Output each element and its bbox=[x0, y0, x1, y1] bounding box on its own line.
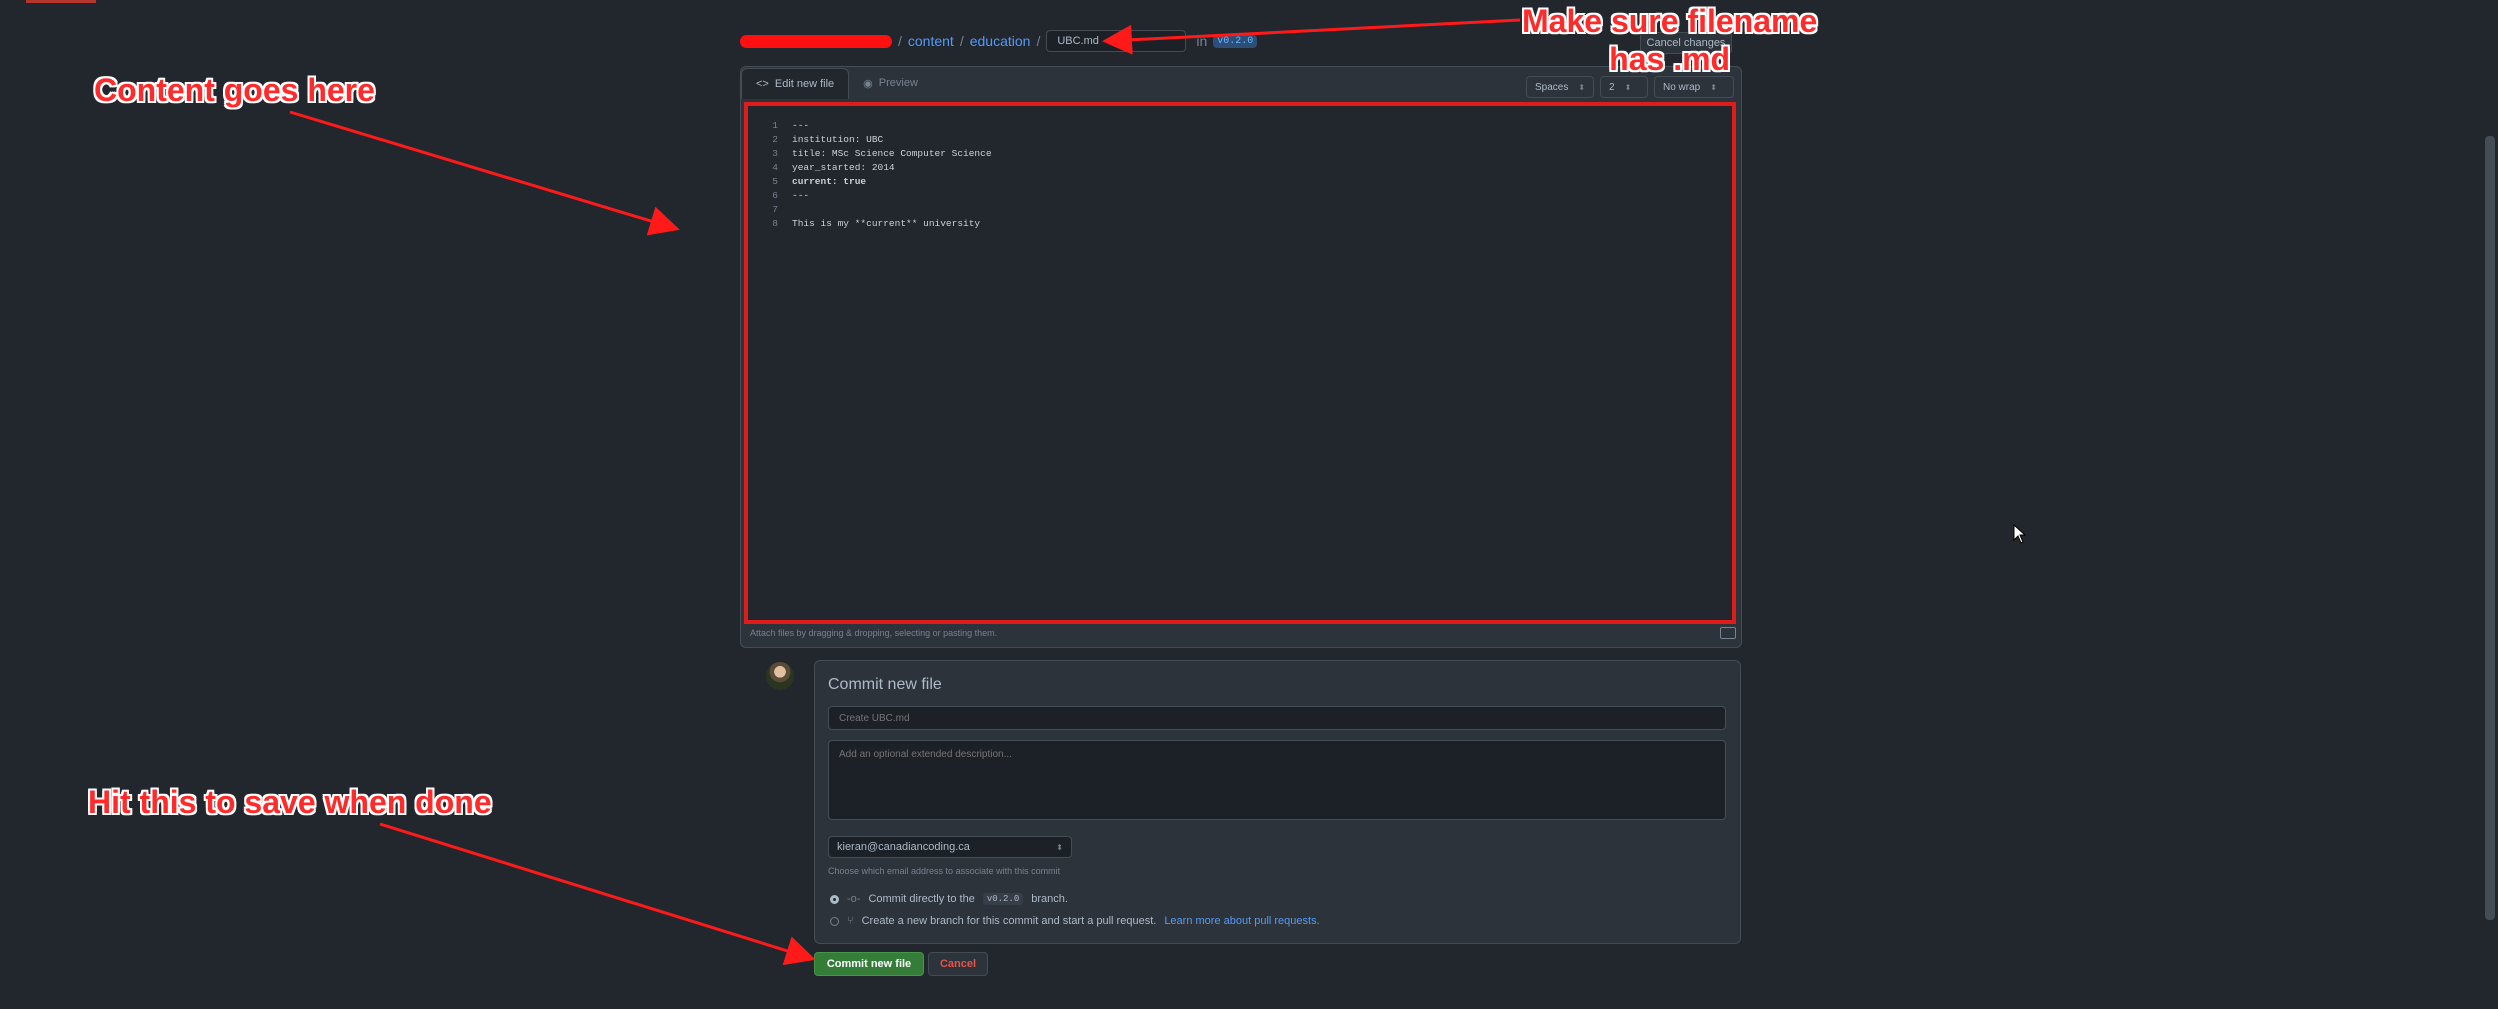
eye-icon: ◉ bbox=[863, 77, 873, 90]
branch-badge: v0.2.0 bbox=[1213, 34, 1258, 48]
option1-suffix: branch. bbox=[1031, 893, 1068, 905]
radio-selected-icon[interactable] bbox=[830, 894, 839, 904]
select-caret-icon: ⬍ bbox=[1578, 82, 1586, 92]
wrap-mode-value: No wrap bbox=[1663, 81, 1701, 93]
path-separator: / bbox=[1036, 33, 1041, 49]
annotation-save: Hit this to save when done bbox=[88, 784, 492, 820]
select-caret-icon: ⬍ bbox=[1710, 82, 1717, 92]
line-content: --- bbox=[792, 119, 810, 131]
cancel-button[interactable]: Cancel bbox=[928, 952, 988, 976]
line-content: --- bbox=[792, 189, 810, 201]
line-number: 4 bbox=[772, 161, 778, 173]
annotation-filename-line2: has .md bbox=[1609, 41, 1731, 77]
pull-request-icon: ⑂ bbox=[847, 915, 854, 927]
code-editor[interactable]: 1 --- 2 institution: UBC 3 title: MSc Scien… bbox=[744, 102, 1736, 624]
arrow-to-editor bbox=[289, 110, 680, 236]
commit-new-file-button[interactable]: Commit new file bbox=[814, 952, 924, 976]
line-number: 7 bbox=[772, 203, 778, 215]
commit-email-value: kieran@canadiancoding.ca bbox=[837, 841, 970, 853]
line-number: 3 bbox=[772, 147, 778, 159]
line-content: This is my **current** university bbox=[792, 217, 981, 229]
line-number: 5 bbox=[772, 175, 778, 187]
indent-size-value: 2 bbox=[1609, 81, 1615, 93]
learn-more-link[interactable]: Learn more about pull requests. bbox=[1164, 915, 1319, 927]
code-line: 6 --- bbox=[748, 188, 1732, 202]
commit-email-select[interactable]: kieran@canadiancoding.ca ⬍ bbox=[828, 836, 1072, 858]
wrap-mode-select[interactable]: No wrap ⬍ bbox=[1654, 76, 1734, 98]
line-number: 1 bbox=[772, 119, 778, 131]
code-line: 7 bbox=[748, 202, 1732, 216]
tab-edit-label: Edit new file bbox=[774, 78, 835, 90]
option1-prefix: Commit directly to the bbox=[868, 893, 975, 905]
line-content: year_started: 2014 bbox=[792, 161, 895, 173]
attach-files-hint[interactable]: Attach files by dragging & dropping, sel… bbox=[750, 628, 997, 638]
breadcrumb-education[interactable]: education bbox=[970, 33, 1031, 49]
email-help-text: Choose which email address to associate … bbox=[828, 866, 1061, 876]
path-separator: / bbox=[898, 33, 902, 49]
editor-tabs: <> Edit new file ◉ Preview bbox=[740, 68, 932, 99]
radio-unselected-icon[interactable] bbox=[830, 916, 839, 926]
in-label: in bbox=[1196, 33, 1208, 49]
code-line: 4 year_started: 2014 bbox=[748, 160, 1732, 174]
avatar bbox=[766, 662, 794, 690]
code-line: 1 --- bbox=[748, 118, 1732, 132]
commit-title: Commit new file bbox=[828, 676, 942, 693]
option1-branch: v0.2.0 bbox=[982, 893, 1024, 905]
code-line: 5 current: true bbox=[748, 174, 1732, 188]
code-icon: <> bbox=[756, 78, 769, 90]
redacted-owner-repo bbox=[740, 34, 892, 48]
breadcrumb-content[interactable]: content bbox=[908, 33, 954, 49]
indent-mode-select[interactable]: Spaces ⬍ bbox=[1526, 76, 1594, 98]
path-separator: / bbox=[959, 33, 964, 49]
annotation-filename: Make sure filename has .md bbox=[1522, 2, 1817, 78]
option2-text: Create a new branch for this commit and … bbox=[861, 915, 1157, 927]
indent-mode-value: Spaces bbox=[1535, 81, 1569, 93]
scrollbar-thumb[interactable] bbox=[2485, 136, 2495, 920]
arrow-to-commit-button bbox=[379, 822, 816, 966]
select-caret-icon: ⬍ bbox=[1624, 82, 1632, 92]
top-accent-bar bbox=[26, 0, 96, 3]
code-line: 3 title: MSc Science Computer Science bbox=[748, 146, 1732, 160]
line-content: institution: UBC bbox=[792, 133, 884, 145]
line-number: 8 bbox=[772, 217, 778, 229]
code-line: 2 institution: UBC bbox=[748, 132, 1732, 146]
annotation-filename-line1: Make sure filename bbox=[1522, 3, 1818, 39]
tab-edit-new-file[interactable]: <> Edit new file bbox=[741, 68, 850, 99]
file-path-bar: / content / education / in v0.2.0 bbox=[740, 30, 1258, 52]
new-branch-option[interactable]: ⑂ Create a new branch for this commit an… bbox=[830, 915, 1320, 927]
mouse-cursor-icon bbox=[2013, 524, 2027, 544]
tab-preview[interactable]: ◉ Preview bbox=[849, 68, 932, 98]
select-caret-icon: ⬍ bbox=[1056, 842, 1063, 852]
commit-direct-option[interactable]: -o- Commit directly to the v0.2.0 branch… bbox=[830, 893, 1068, 905]
line-number: 2 bbox=[772, 133, 778, 145]
commit-icon: -o- bbox=[847, 893, 861, 905]
annotation-content: Content goes here bbox=[94, 72, 375, 108]
tab-preview-label: Preview bbox=[878, 77, 918, 89]
line-number: 6 bbox=[772, 189, 778, 201]
line-content: current: true bbox=[792, 175, 867, 187]
line-content: title: MSc Science Computer Science bbox=[792, 147, 992, 159]
filename-input[interactable] bbox=[1046, 30, 1187, 52]
code-line: 8 This is my **current** university bbox=[748, 216, 1732, 230]
commit-description-field[interactable] bbox=[828, 740, 1726, 820]
markdown-icon bbox=[1720, 627, 1736, 639]
indent-size-select[interactable]: 2 ⬍ bbox=[1600, 76, 1648, 98]
editor-options: Spaces ⬍ 2 ⬍ No wrap ⬍ bbox=[1526, 76, 1734, 98]
commit-summary-input[interactable] bbox=[828, 706, 1726, 730]
